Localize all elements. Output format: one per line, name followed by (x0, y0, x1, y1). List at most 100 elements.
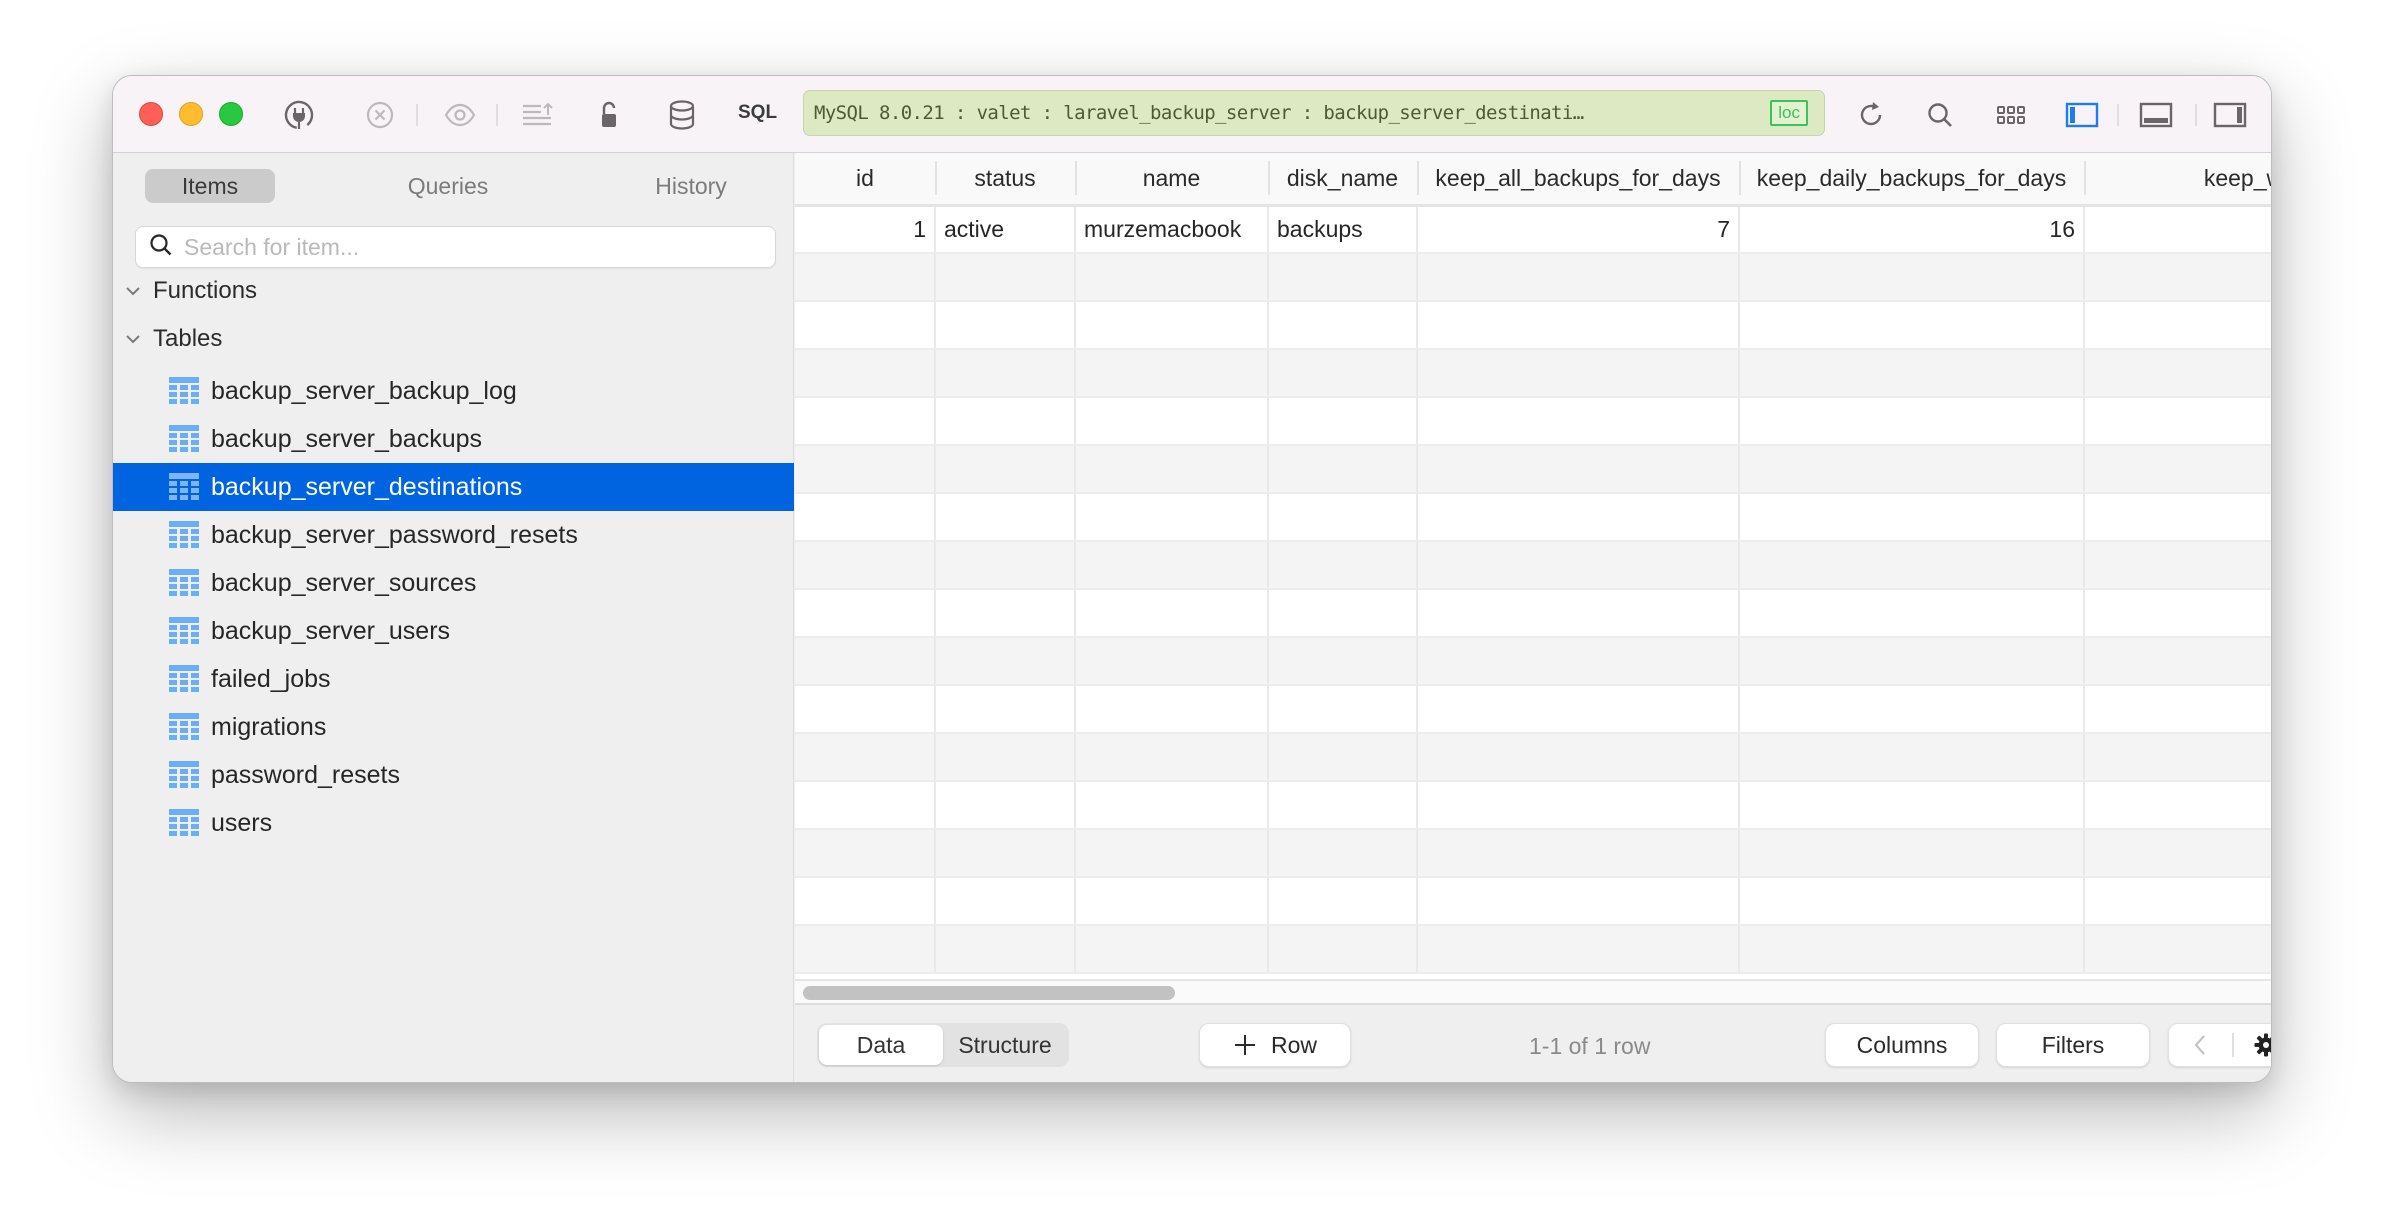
eye-icon[interactable] (441, 96, 479, 134)
table-cell[interactable]: 7 (1416, 205, 1739, 254)
sidebar-table-item[interactable]: failed_jobs (113, 655, 794, 703)
table-cell (1074, 877, 1268, 926)
table-cell (2083, 637, 2271, 686)
table-name: backup_server_password_resets (211, 520, 578, 549)
plug-icon[interactable] (280, 96, 318, 134)
group-tables[interactable]: Tables (113, 319, 222, 359)
refresh-icon[interactable] (1852, 96, 1890, 134)
chevron-down-icon (113, 330, 153, 348)
chevron-left-icon (2194, 1035, 2205, 1055)
empty-row (795, 829, 2271, 878)
table-icon (169, 713, 199, 740)
table-cell (2083, 685, 2271, 734)
table-cell (1267, 541, 1417, 590)
empty-row (795, 301, 2271, 350)
tab-queries[interactable]: Queries (383, 169, 513, 203)
search-icon[interactable] (1921, 96, 1959, 134)
column-header[interactable]: keep_all_backups_for_days (1417, 153, 1739, 207)
table-name: backup_server_backups (211, 424, 482, 453)
stop-icon[interactable] (361, 96, 399, 134)
table-cell[interactable]: 1 (795, 205, 935, 254)
tab-structure[interactable]: Structure (943, 1025, 1067, 1065)
pagination-settings-button[interactable] (2234, 1024, 2271, 1066)
lock-icon[interactable] (590, 96, 628, 134)
table-cell[interactable] (2083, 205, 2271, 254)
sidebar-table-item[interactable]: backup_server_sources (113, 559, 794, 607)
table-cell (795, 541, 935, 590)
table-cell (795, 445, 935, 494)
table-cell (2083, 877, 2271, 926)
table-cell (1267, 397, 1417, 446)
table-cell (1416, 493, 1739, 542)
column-header[interactable]: disk_name (1268, 153, 1417, 207)
column-header[interactable]: keep_daily_backups_for_days (1739, 153, 2084, 207)
table-cell (1416, 829, 1739, 878)
scrollbar-thumb[interactable] (803, 986, 1175, 1000)
tab-history[interactable]: History (626, 169, 756, 203)
table-cell (1738, 637, 2084, 686)
table-cell (1074, 733, 1268, 782)
zoom-window-button[interactable] (219, 102, 243, 126)
table-cell (1738, 589, 2084, 638)
tab-data[interactable]: Data (819, 1025, 943, 1065)
table-cell (934, 589, 1075, 638)
sidebar-table-item[interactable]: backup_server_backups (113, 415, 794, 463)
column-header[interactable]: id (795, 153, 935, 207)
table-cell (1074, 445, 1268, 494)
group-functions[interactable]: Functions (113, 271, 257, 311)
sidebar-tabs: Items Queries History (143, 169, 763, 203)
minimize-window-button[interactable] (179, 102, 203, 126)
tab-items[interactable]: Items (145, 169, 275, 203)
column-header[interactable]: keep_weekly_ba (2084, 153, 2271, 207)
table-cell (2083, 781, 2271, 830)
table-cell (1738, 397, 2084, 446)
toggle-console-icon[interactable] (2137, 96, 2175, 134)
columns-button[interactable]: Columns (1825, 1023, 1979, 1067)
group-label: Functions (153, 277, 258, 304)
toolbar-divider (2195, 104, 2197, 126)
table-row[interactable]: 1 active murzemacbook backups 7 16 (795, 205, 2271, 254)
sidebar-table-item[interactable]: password_resets (113, 751, 794, 799)
sidebar-table-item[interactable]: backup_server_users (113, 607, 794, 655)
close-window-button[interactable] (139, 102, 163, 126)
column-header[interactable]: name (1075, 153, 1268, 207)
export-icon[interactable] (518, 96, 556, 134)
sidebar-table-item[interactable]: backup_server_backup_log (113, 367, 794, 415)
table-cell[interactable]: murzemacbook (1074, 205, 1268, 254)
search-field[interactable] (135, 226, 776, 268)
table-cell[interactable]: backups (1267, 205, 1417, 254)
table-cell[interactable]: 16 (1738, 205, 2084, 254)
table-name: failed_jobs (211, 664, 331, 693)
grid-icon[interactable] (1992, 96, 2030, 134)
sidebar-table-item[interactable]: backup_server_password_resets (113, 511, 794, 559)
table-cell (1738, 253, 2084, 302)
search-input[interactable] (184, 233, 764, 261)
toggle-detail-icon[interactable] (2211, 96, 2249, 134)
connection-info-bar[interactable]: MySQL 8.0.21 : valet : laravel_backup_se… (803, 90, 1825, 136)
table-cell (934, 301, 1075, 350)
database-icon[interactable] (663, 96, 701, 134)
sql-button[interactable]: SQL (738, 102, 777, 124)
sidebar-table-item[interactable]: users (113, 799, 794, 847)
table-cell (1416, 589, 1739, 638)
toggle-sidebar-icon[interactable] (2063, 96, 2101, 134)
table-cell (934, 925, 1075, 974)
row-count: 1-1 of 1 row (1529, 1033, 1651, 1059)
table-cell (1074, 493, 1268, 542)
previous-page-button[interactable] (2169, 1024, 2232, 1066)
table-cell (1074, 637, 1268, 686)
horizontal-scrollbar[interactable] (795, 979, 2271, 1005)
bottom-bar: Data Structure Row 1-1 of 1 row Columns … (795, 1005, 2271, 1082)
sidebar-table-item[interactable]: migrations (113, 703, 794, 751)
filters-button[interactable]: Filters (1996, 1023, 2150, 1067)
table-cell (1416, 637, 1739, 686)
add-row-button[interactable]: Row (1199, 1023, 1351, 1067)
table-cell[interactable]: active (934, 205, 1075, 254)
column-header[interactable]: status (935, 153, 1075, 207)
table-cell (2083, 829, 2271, 878)
toolbar-divider (2117, 104, 2119, 126)
content-area: id status name disk_name keep_all_backups_fo… (795, 153, 2271, 1082)
table-cell (934, 541, 1075, 590)
table-cell (1738, 925, 2084, 974)
sidebar-table-item[interactable]: backup_server_destinations (113, 463, 794, 511)
